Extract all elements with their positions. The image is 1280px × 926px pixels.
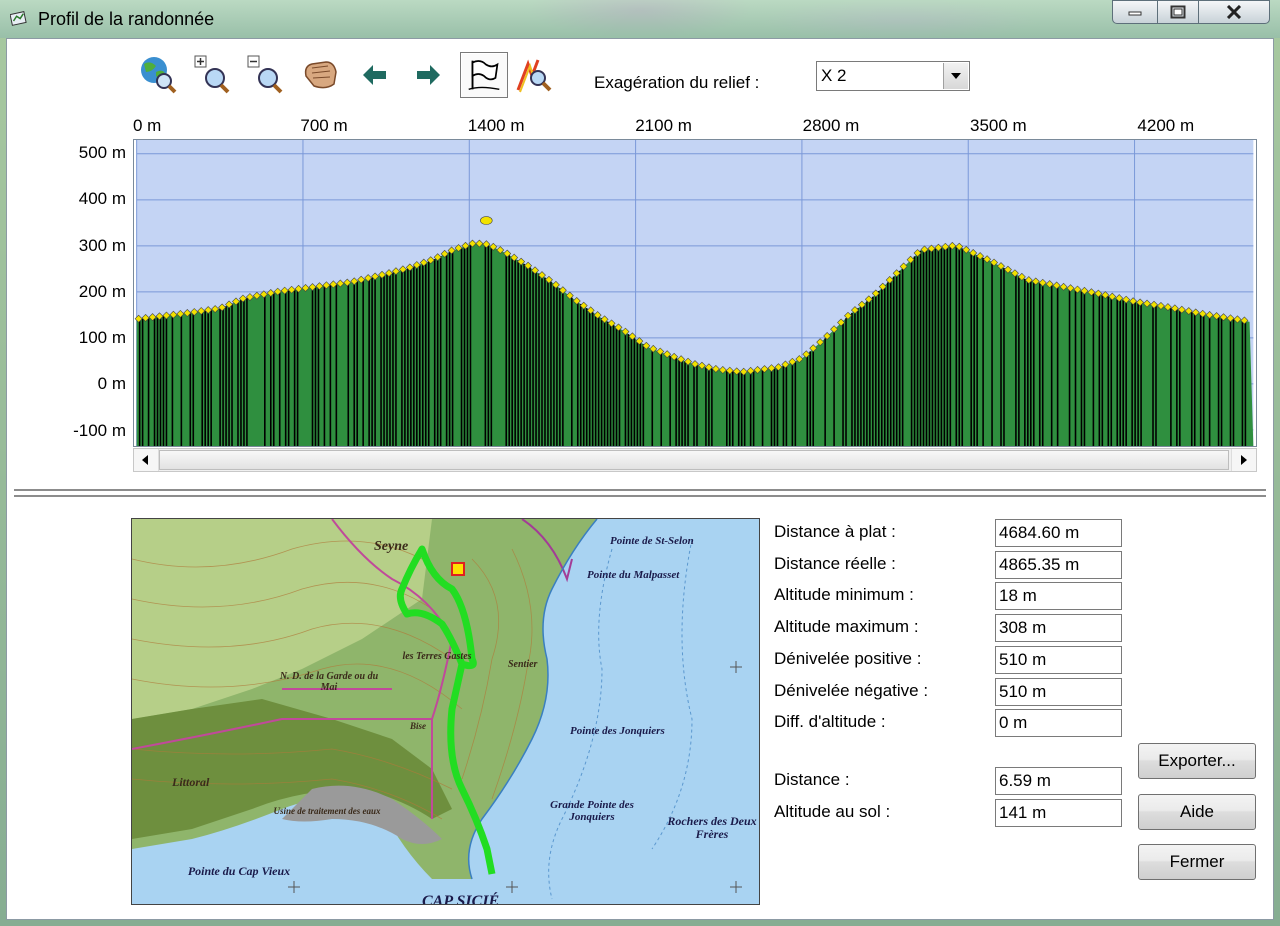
close-icon <box>1226 5 1242 19</box>
y-tick-label: 500 m <box>78 142 126 162</box>
map-label: Seyne <box>374 539 409 554</box>
exaggeration-label: Exagération du relief : <box>594 73 760 92</box>
zoom-in-icon <box>194 55 230 94</box>
stat-value: 308 m <box>995 614 1122 643</box>
elevation-profile-chart[interactable] <box>133 139 1257 447</box>
stat-value: 141 m <box>995 798 1122 827</box>
map-label: Pointe de St-Selon <box>610 535 694 547</box>
map-label: Littoral <box>172 775 210 789</box>
stat-value: 4865.35 m <box>995 550 1122 579</box>
x-tick-label: 2800 m <box>802 116 860 135</box>
maximize-button[interactable] <box>1157 0 1199 24</box>
stat-value: 18 m <box>995 582 1122 611</box>
map-label: Pointe des Jonquiers <box>570 725 665 737</box>
x-tick-label: 1400 m <box>467 116 525 135</box>
y-tick-label: 0 m <box>97 374 126 394</box>
next-button[interactable] <box>408 54 448 96</box>
map-label: Bise <box>410 721 427 731</box>
splitter-line-top[interactable] <box>14 489 1266 491</box>
x-tick-label: 4200 m <box>1137 116 1195 135</box>
y-tick-label: 100 m <box>78 328 126 348</box>
stat-value: 510 m <box>995 677 1122 706</box>
map-label: Usine de traitement des eaux <box>273 806 381 816</box>
minimize-icon <box>1128 11 1142 16</box>
y-tick-label: 400 m <box>78 189 126 209</box>
app-icon <box>10 11 27 26</box>
scroll-right-button[interactable] <box>1231 449 1256 471</box>
arrow-right-icon <box>417 65 440 85</box>
map-label: les Terres Gastes <box>402 651 472 662</box>
map-label: Pointe du Cap Vieux <box>187 864 291 878</box>
profile-zoom-icon <box>516 59 552 93</box>
outlier-point <box>480 216 493 225</box>
zoom-in-button[interactable] <box>193 54 233 96</box>
stat-label: Distance réelle : <box>774 553 896 573</box>
export-button[interactable]: Exporter... <box>1138 743 1256 779</box>
stat-label: Altitude au sol : <box>774 801 891 821</box>
splitter-line-bottom[interactable] <box>14 495 1266 497</box>
stat-label: Altitude minimum : <box>774 585 914 605</box>
exaggeration-select[interactable]: X 2 <box>816 61 970 91</box>
x-tick-label: 2100 m <box>635 116 692 135</box>
close-button[interactable]: Fermer <box>1138 844 1256 880</box>
map-label: Grande Pointe des Jonquiers <box>550 799 634 824</box>
arrow-left-icon <box>363 65 386 85</box>
previous-button[interactable] <box>355 54 395 96</box>
pan-hand-button[interactable] <box>300 54 340 96</box>
stat-label: Diff. d'altitude : <box>774 712 886 732</box>
stat-label: Dénivelée négative : <box>774 680 929 700</box>
stat-value: 510 m <box>995 645 1122 674</box>
flag-icon <box>468 60 500 91</box>
map-label: N. D. de la Garde ou du Mai <box>279 671 379 693</box>
y-tick-label: 200 m <box>78 281 126 301</box>
map-label: Pointe du Malpasset <box>587 569 680 581</box>
profile-window: Profil de la randonnée Exagération du re… <box>0 0 1280 926</box>
minimize-button[interactable] <box>1112 0 1158 24</box>
map-label: CAP SICIÉ <box>422 893 500 905</box>
scroll-left-button[interactable] <box>134 449 159 471</box>
profile-zoom-button[interactable] <box>514 54 554 96</box>
x-tick-label: 0 m <box>133 116 162 135</box>
flag-button[interactable] <box>460 52 508 98</box>
window-title: Profil de la randonnée <box>38 9 215 29</box>
stat-value: 0 m <box>995 709 1122 738</box>
y-tick-label: -100 m <box>73 420 126 440</box>
horizontal-scrollbar[interactable] <box>133 448 1257 472</box>
exaggeration-value: X 2 <box>821 66 847 85</box>
title-bar[interactable]: Profil de la randonnée <box>0 0 1280 38</box>
stat-label: Altitude maximum : <box>774 617 919 637</box>
topographic-map[interactable]: Pointe de St-Selon Pointe du Malpasset Poi… <box>131 518 760 905</box>
help-button[interactable]: Aide <box>1138 794 1256 830</box>
map-label: Rochers des Deux Frères <box>667 814 757 842</box>
x-tick-label: 700 m <box>300 116 348 135</box>
y-tick-label: 300 m <box>78 235 126 255</box>
maximize-icon <box>1170 5 1186 19</box>
stat-value: 4684.60 m <box>995 519 1122 547</box>
stat-label: Distance à plat : <box>774 522 896 541</box>
stat-label: Dénivelée positive : <box>774 648 922 668</box>
zoom-out-button[interactable] <box>246 54 286 96</box>
globe-zoom-icon <box>141 57 177 94</box>
stat-value: 6.59 m <box>995 767 1122 795</box>
stat-label: Distance : <box>774 770 850 789</box>
pan-hand-icon <box>304 61 337 89</box>
chevron-down-icon[interactable] <box>943 63 968 89</box>
x-tick-label: 3500 m <box>970 116 1027 135</box>
map-label: Sentier <box>508 659 538 670</box>
globe-zoom-button[interactable] <box>138 54 178 96</box>
zoom-out-icon <box>247 55 283 94</box>
scroll-thumb[interactable] <box>159 450 1229 470</box>
close-window-button[interactable] <box>1198 0 1270 24</box>
